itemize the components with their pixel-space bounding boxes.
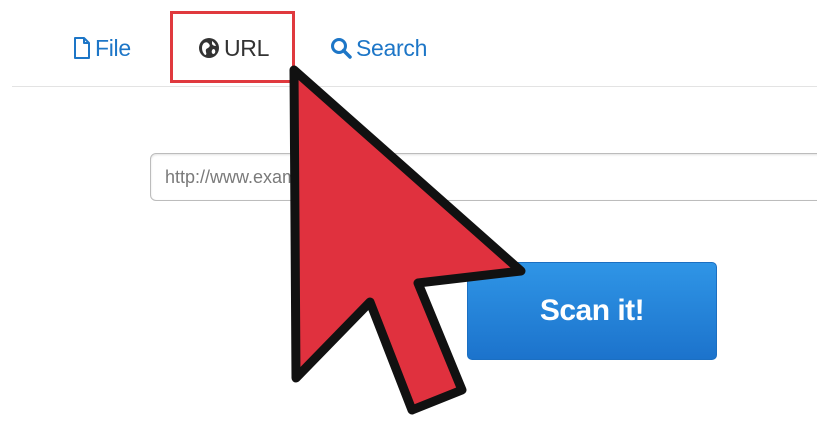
scan-button[interactable]: Scan it! [467,262,717,360]
tab-file[interactable]: File [73,30,131,66]
tab-search[interactable]: Search [330,30,427,66]
tabs-divider [12,86,817,87]
tab-search-label: Search [356,34,428,61]
url-input[interactable] [150,153,817,201]
tab-file-label: File [95,34,131,61]
file-icon [73,37,91,59]
scan-type-tabs: File URL Search [0,0,817,86]
url-tab-highlight-box [170,11,295,83]
search-icon [330,37,352,59]
url-scan-page: File URL Search http://www.example.com S… [0,0,817,428]
